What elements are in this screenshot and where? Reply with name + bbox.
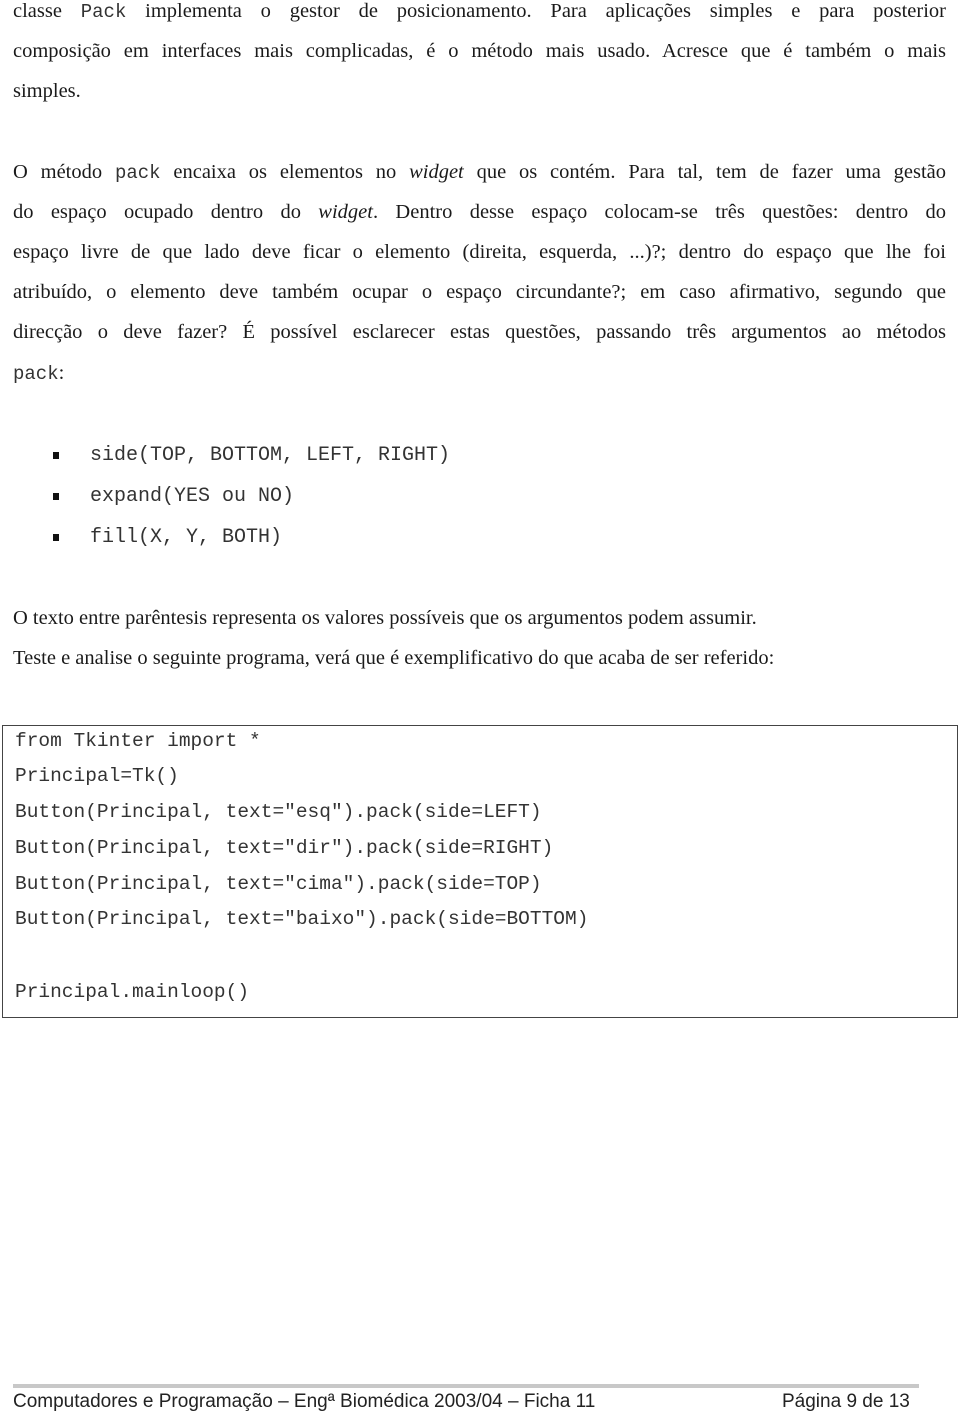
paragraph-line: composição em interfaces mais complicada… (13, 31, 946, 71)
code-line: Principal.mainloop() (15, 981, 250, 1003)
code-line: Principal=Tk() (15, 765, 179, 787)
paragraph-line: direcção o deve fazer? É possível esclar… (13, 312, 946, 352)
italic-term: widget (409, 161, 464, 183)
text-run: encaixa os elementos no (160, 161, 410, 183)
list-item: fill(X, Y, BOTH) (90, 526, 283, 549)
bullet-icon (53, 452, 59, 459)
paragraph-line: O texto entre parêntesis representa os v… (13, 598, 946, 638)
paragraph-line: atribuído, o elemento deve também ocupar… (13, 272, 946, 312)
bullet-icon (53, 534, 59, 541)
footer-rule (13, 1384, 919, 1388)
text-run: Teste e analise o seguinte programa, ver… (13, 647, 775, 669)
code-line: Button(Principal, text="dir").pack(side=… (15, 837, 554, 859)
page-number: Página 9 de 13 (782, 1391, 910, 1412)
paragraph-line: espaço livre de que lado deve ficar o el… (13, 232, 946, 272)
italic-term: widget (318, 201, 373, 223)
inline-code: pack (114, 162, 161, 184)
text-run: composição em interfaces mais complicada… (13, 40, 946, 62)
paragraph-line: O método pack encaixa os elementos no wi… (13, 152, 946, 193)
text-run: espaço livre de que lado deve ficar o el… (13, 241, 946, 263)
code-line: Button(Principal, text="esq").pack(side=… (15, 801, 542, 823)
text-run: O método (13, 161, 115, 183)
text-run: . Dentro desse espaço colocam-se três qu… (372, 201, 947, 223)
text-run: O texto entre parêntesis representa os v… (13, 607, 757, 629)
text-run: simples. (13, 80, 81, 102)
paragraph-line: Teste e analise o seguinte programa, ver… (13, 638, 946, 678)
paragraph-line: pack: (13, 353, 946, 394)
bullet-icon (53, 493, 59, 500)
text-run: : (58, 362, 65, 384)
text-run: do espaço ocupado dentro do (13, 201, 319, 223)
footer-title: Computadores e Programação – Engª Bioméd… (13, 1391, 596, 1412)
text-run: direcção o deve fazer? É possível esclar… (13, 321, 946, 343)
text-run: classe (13, 0, 81, 22)
list-item: side(TOP, BOTTOM, LEFT, RIGHT) (90, 444, 451, 467)
code-line: Button(Principal, text="cima").pack(side… (15, 873, 542, 895)
code-line: from Tkinter import * (15, 730, 261, 752)
paragraph-line: do espaço ocupado dentro do widget. Dent… (13, 192, 946, 232)
paragraph-line: classe Pack implementa o gestor de posic… (13, 0, 946, 32)
text-run: que os contém. Para tal, tem de fazer um… (463, 161, 946, 183)
document-page: classe Pack implementa o gestor de posic… (0, 0, 960, 1414)
text-run: atribuído, o elemento deve também ocupar… (13, 281, 946, 303)
list-item: expand(YES ou NO) (90, 485, 295, 508)
code-block: from Tkinter import * Principal=Tk() Butto… (2, 725, 958, 1018)
inline-code: pack (13, 363, 59, 385)
inline-code: Pack (80, 1, 127, 23)
text-run: implementa o gestor de posicionamento. P… (126, 0, 947, 22)
paragraph-line: simples. (13, 71, 946, 111)
code-line: Button(Principal, text="baixo").pack(sid… (15, 908, 589, 930)
